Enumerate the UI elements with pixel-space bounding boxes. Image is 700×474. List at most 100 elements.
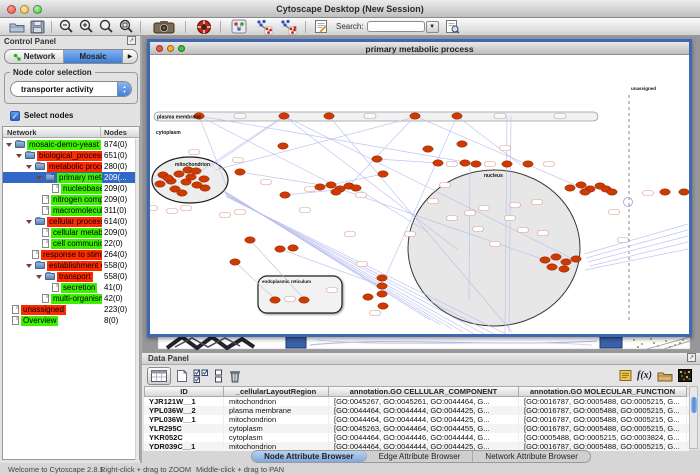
tab-mosaic[interactable]: Mosaic: [64, 50, 123, 63]
column-header-1[interactable]: _cellularLayoutRegion: [224, 386, 329, 397]
tree-expander-icon[interactable]: [36, 176, 42, 180]
unselect-attributes-icon[interactable]: [214, 367, 224, 385]
network-node[interactable]: [460, 160, 470, 166]
tree-row-primary-metabo[interactable]: primary metabo209(...: [3, 172, 139, 183]
network-node[interactable]: [561, 259, 571, 265]
table-scrollbar[interactable]: [689, 386, 698, 449]
zoom-actual-icon[interactable]: [98, 19, 114, 35]
network-node[interactable]: [452, 113, 462, 119]
network-node[interactable]: [423, 146, 433, 152]
column-header-2[interactable]: annotation.GO CELLULAR_COMPONENT: [329, 386, 519, 397]
tree-row-nucleobase-[interactable]: nucleobase-209(0): [3, 183, 139, 194]
network-node[interactable]: [324, 113, 334, 119]
network-node[interactable]: [279, 113, 289, 119]
tree-expander-icon[interactable]: [26, 220, 32, 224]
network-node[interactable]: [270, 297, 280, 303]
network-node[interactable]: [288, 245, 298, 251]
network-node[interactable]: [502, 161, 512, 167]
tree-row-mosaic-demo-yeast[interactable]: mosaic-demo-yeast874(0): [3, 139, 139, 150]
network-node[interactable]: [155, 181, 165, 187]
network-node[interactable]: [230, 259, 240, 265]
tree-row-response-to-stimulu[interactable]: response to stimulu264(0): [3, 249, 139, 260]
network-node[interactable]: [326, 182, 336, 188]
network-node[interactable]: [571, 256, 581, 262]
network-node[interactable]: [275, 246, 285, 252]
annotation-icon[interactable]: [314, 19, 328, 35]
network-node[interactable]: [471, 161, 481, 167]
network-node[interactable]: [576, 182, 586, 188]
network-edge[interactable]: [377, 159, 438, 163]
network-node[interactable]: [177, 190, 187, 196]
select-nodes-checkbox[interactable]: ✓: [10, 111, 20, 121]
table-scrollbar-thumb[interactable]: [691, 397, 697, 413]
import-attributes-icon[interactable]: [657, 367, 673, 385]
table-row-YLR295C[interactable]: YLR295Ccytoplasm[GO:0045263, GO:0044464,…: [144, 424, 689, 433]
tree-row-biological-process[interactable]: biological_process651(0): [3, 150, 139, 161]
zoom-out-icon[interactable]: [58, 19, 74, 35]
network-window[interactable]: primary metabolic process plasma membran…: [147, 39, 692, 337]
table-row-YPL036W__2[interactable]: YPL036W__2plasma membrane[GO:0044464, GO…: [144, 406, 689, 415]
delete-attribute-icon[interactable]: [229, 367, 241, 385]
snapshot-icon[interactable]: [153, 19, 175, 35]
tree-row-establishment-of-lo[interactable]: establishment of lo558(0): [3, 260, 139, 271]
tree-row-unassigned[interactable]: unassigned223(0): [3, 304, 139, 315]
network-edge[interactable]: [590, 242, 688, 266]
tree-row-metabolic-process[interactable]: metabolic process280(0): [3, 161, 139, 172]
network-node[interactable]: [191, 168, 201, 174]
table-row-YKR052C[interactable]: YKR052Ccytoplasm[GO:0044464, GO:0044446,…: [144, 433, 689, 442]
matrix-view-icon[interactable]: [678, 367, 692, 385]
network-node[interactable]: [331, 189, 341, 195]
network-node[interactable]: [457, 141, 467, 147]
tree-row-cellular-metabo[interactable]: cellular metabo209(0): [3, 227, 139, 238]
network-node[interactable]: [410, 113, 420, 119]
tab-overflow-arrow[interactable]: ▶: [123, 50, 137, 63]
tree-row-overview[interactable]: Overview8(0): [3, 315, 139, 326]
tree-row-multi-organism-pro[interactable]: multi-organism pro42(0): [3, 293, 139, 304]
new-attribute-icon[interactable]: [176, 367, 188, 385]
tree-row-secretion[interactable]: secretion41(0): [3, 282, 139, 293]
function-builder-icon[interactable]: f(x): [637, 367, 652, 385]
tree-row-cellular-process[interactable]: cellular process614(0): [3, 216, 139, 227]
tree-row-transport[interactable]: transport558(0): [3, 271, 139, 282]
network-node[interactable]: [174, 171, 184, 177]
column-header-0[interactable]: ID: [144, 386, 224, 397]
table-row-YPL036W__1[interactable]: YPL036W__1mitochondrion[GO:0044464, GO:0…: [144, 415, 689, 424]
network-node[interactable]: [377, 283, 387, 289]
network-node[interactable]: [315, 184, 325, 190]
network-node[interactable]: [607, 189, 617, 195]
network-node[interactable]: [523, 161, 533, 167]
save-icon[interactable]: [30, 19, 45, 35]
network-node[interactable]: [540, 257, 550, 263]
tree-row-macromolecule[interactable]: macromolecule311(0): [3, 205, 139, 216]
apply-layout-2-icon[interactable]: [279, 19, 297, 35]
network-edge[interactable]: [585, 249, 688, 270]
network-node[interactable]: [679, 189, 689, 195]
network-node[interactable]: [551, 254, 561, 260]
tab-network[interactable]: Network: [5, 50, 64, 63]
help-icon[interactable]: [196, 19, 212, 35]
float-data-panel-icon[interactable]: ↗: [687, 353, 696, 362]
network-node[interactable]: [547, 264, 557, 270]
network-canvas[interactable]: plasma membrane cytoplasm mitochondrion …: [150, 55, 689, 334]
select-attributes-icon[interactable]: [193, 367, 209, 385]
tree-expander-icon[interactable]: [26, 165, 32, 169]
attribute-file-icon[interactable]: [619, 367, 632, 385]
tree-row-nitrogen-compo[interactable]: nitrogen compo209(0): [3, 194, 139, 205]
network-node[interactable]: [245, 237, 255, 243]
network-node[interactable]: [372, 156, 382, 162]
tree-row-cell-communicat[interactable]: cell communicat22(0): [3, 238, 139, 249]
network-node[interactable]: [433, 160, 443, 166]
network-node[interactable]: [378, 303, 388, 309]
network-node[interactable]: [580, 189, 590, 195]
network-node[interactable]: [186, 174, 196, 180]
background-windows[interactable]: [142, 335, 700, 352]
network-node[interactable]: [351, 185, 361, 191]
attribute-search-icon[interactable]: [445, 19, 460, 35]
network-node[interactable]: [559, 266, 569, 272]
zoom-in-icon[interactable]: [78, 19, 94, 35]
column-header-3[interactable]: annotation.GO MOLECULAR_FUNCTION: [519, 386, 687, 397]
tree-expander-icon[interactable]: [16, 154, 22, 158]
network-node[interactable]: [565, 185, 575, 191]
zoom-fit-selected-icon[interactable]: [118, 19, 134, 35]
tab-edge-attribute-browser[interactable]: Edge Attribute Browser: [367, 451, 474, 462]
